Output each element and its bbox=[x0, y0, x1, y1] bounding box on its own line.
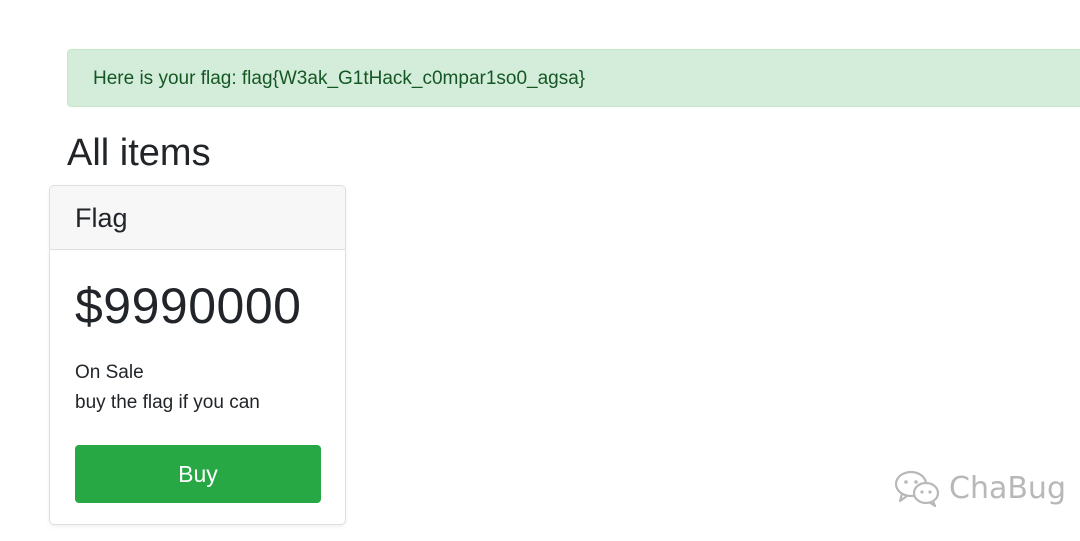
item-description-block: On Sale buy the flag if you can bbox=[75, 358, 320, 418]
page: Here is your flag: flag{W3ak_G1tHack_c0m… bbox=[0, 0, 1080, 541]
wechat-icon bbox=[894, 470, 940, 508]
item-card: Flag $9990000 On Sale buy the flag if yo… bbox=[49, 185, 346, 525]
page-title: All items bbox=[67, 132, 211, 174]
watermark-text: ChaBug bbox=[949, 470, 1066, 506]
chabug-watermark: ChaBug bbox=[893, 468, 1066, 508]
item-status: On Sale bbox=[75, 362, 144, 383]
item-name: Flag bbox=[75, 203, 128, 233]
buy-button[interactable]: Buy bbox=[75, 445, 321, 503]
item-description: buy the flag if you can bbox=[75, 392, 260, 413]
alert-message: Here is your flag: flag{W3ak_G1tHack_c0m… bbox=[93, 68, 586, 89]
item-card-body: $9990000 On Sale buy the flag if you can… bbox=[50, 276, 345, 503]
item-card-header: Flag bbox=[50, 186, 345, 250]
flag-alert: Here is your flag: flag{W3ak_G1tHack_c0m… bbox=[67, 49, 1080, 107]
item-price: $9990000 bbox=[75, 278, 302, 334]
